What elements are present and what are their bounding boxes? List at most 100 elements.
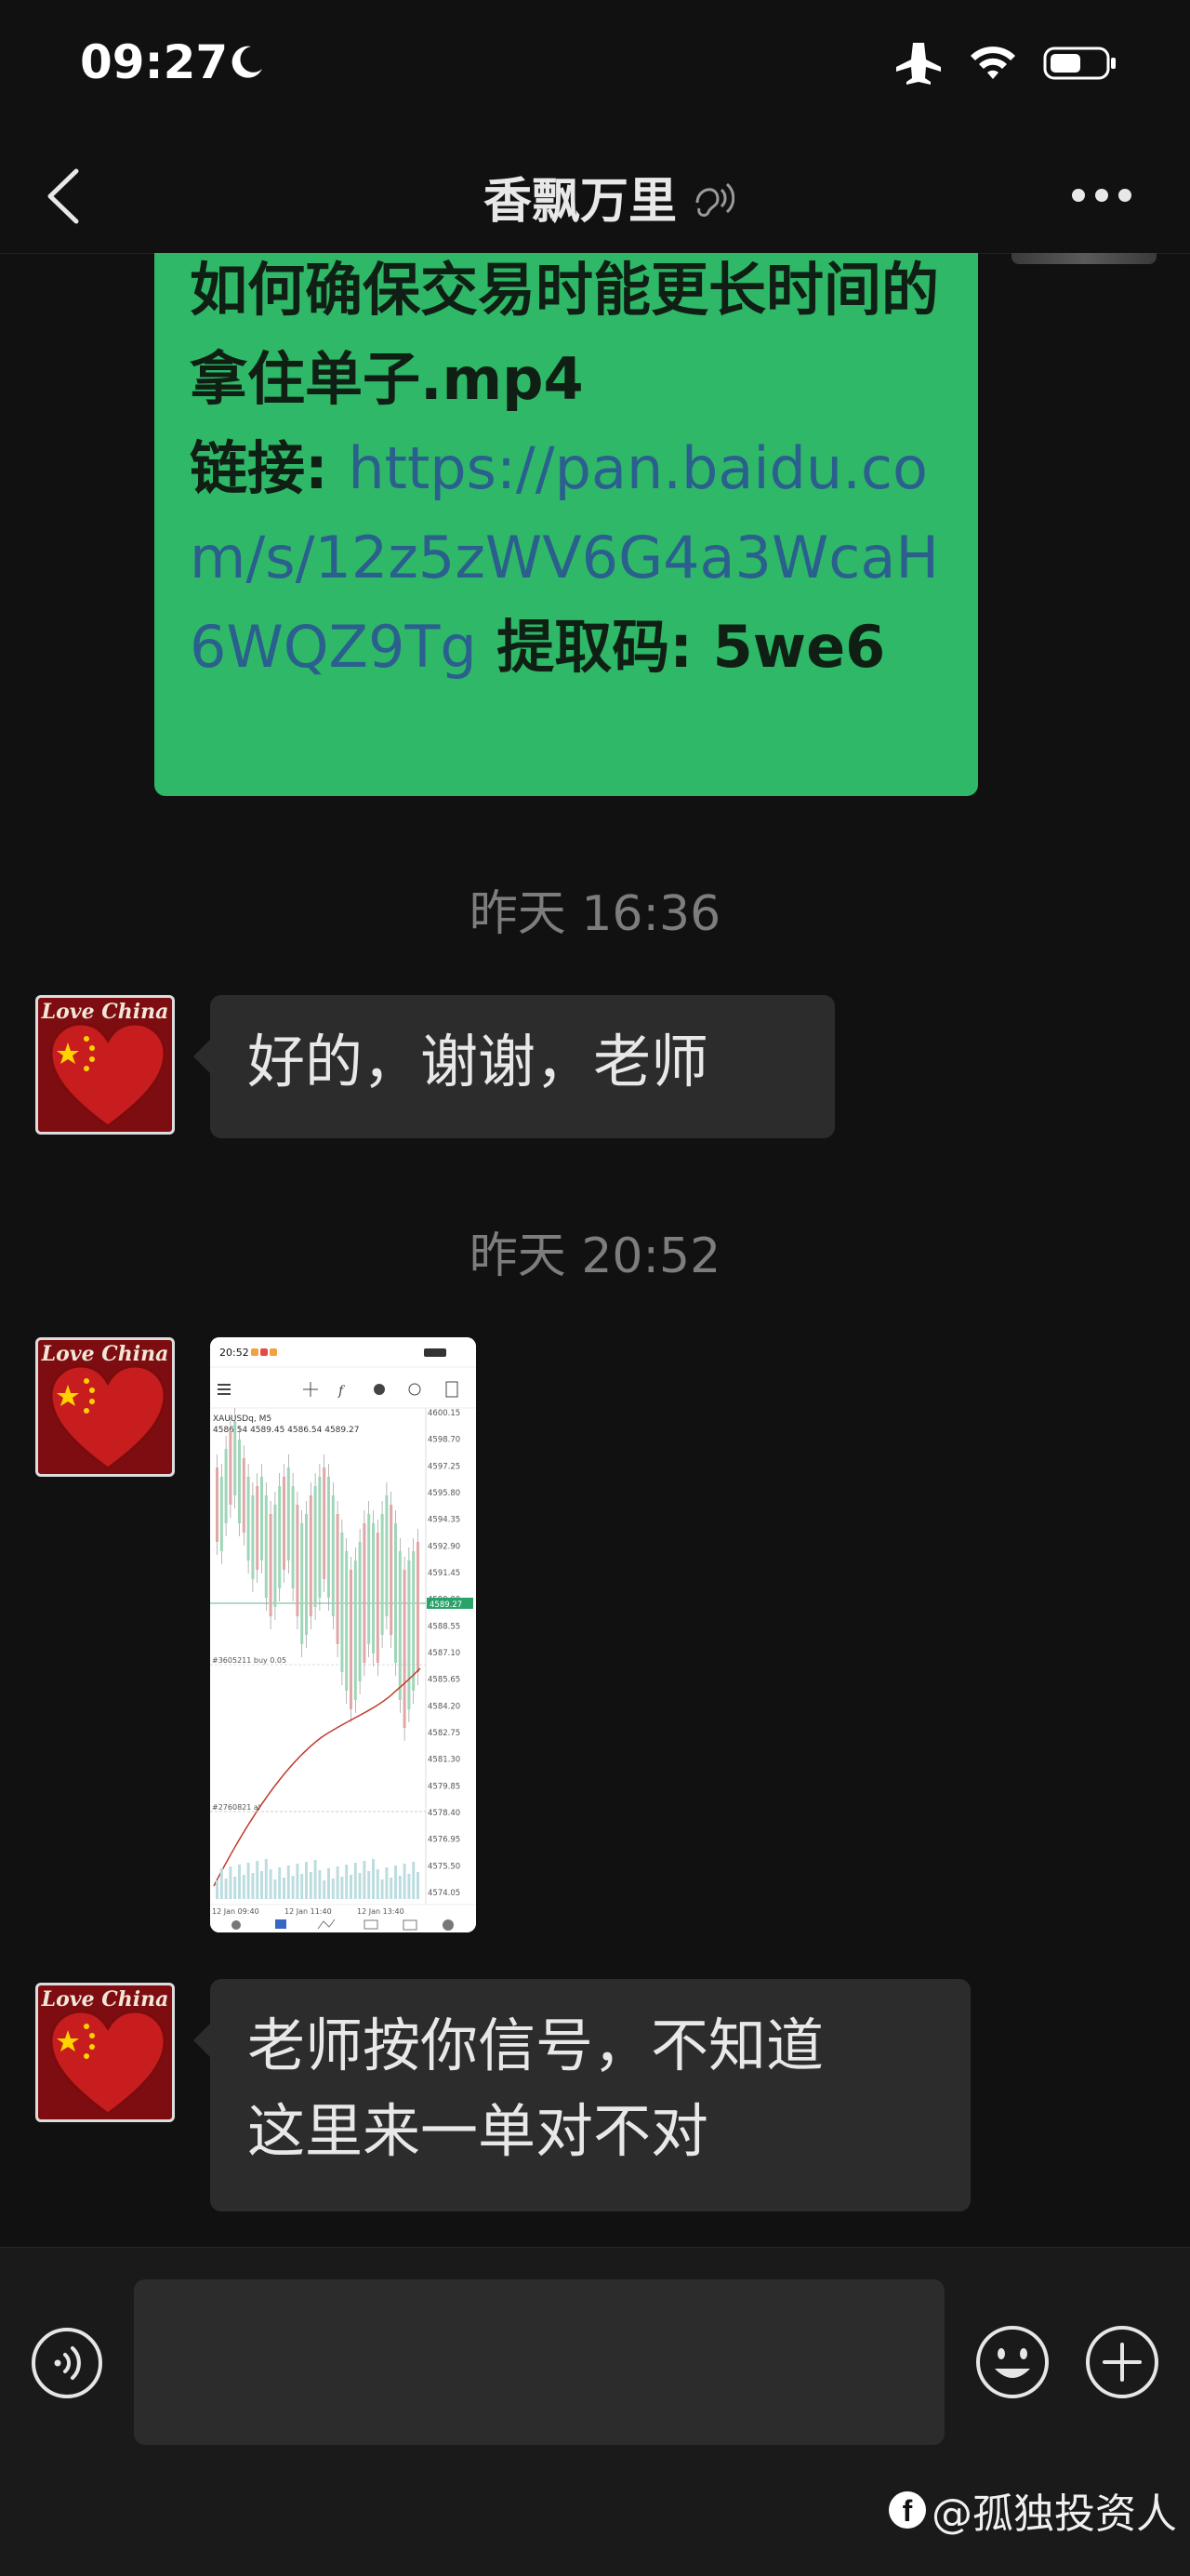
price-tick-label: 4578.40 (428, 1809, 460, 1818)
image-message-thumbnail[interactable]: 20:52 f XAUUSDq, M5 4586.54 4589.45 4586… (210, 1337, 476, 1932)
outgoing-link-label: 链接: (190, 434, 349, 502)
volume-bar (367, 1871, 371, 1899)
candle-body (350, 1570, 352, 1709)
volume-bar (251, 1873, 255, 1899)
price-tick-label: 4575.50 (428, 1862, 460, 1871)
volume-bar (278, 1867, 282, 1899)
volume-bar (246, 1863, 250, 1899)
candle-body (251, 1495, 255, 1579)
price-tick-label: 4592.90 (428, 1542, 460, 1551)
volume-bar (390, 1878, 393, 1899)
timestamp: 昨天 16:36 (469, 886, 721, 942)
candle-body (407, 1560, 411, 1709)
candle-body (242, 1458, 245, 1533)
candle-body (416, 1542, 419, 1672)
chat-title-group[interactable]: 香飘万里 (483, 162, 735, 232)
volume-bar (323, 1880, 326, 1899)
volume-bar (340, 1877, 344, 1899)
candle-body (367, 1514, 371, 1644)
volume-bar (385, 1867, 389, 1899)
incoming-message-text: 老师按你信号，不知道 (247, 2012, 825, 2079)
extraction-code: 提取码: 5we6 (476, 613, 886, 681)
volume-bar (242, 1875, 245, 1899)
volume-bar (305, 1862, 308, 1899)
candle-body (403, 1570, 406, 1728)
message-input-field[interactable] (134, 2279, 945, 2445)
avatar-caption: Love China (41, 1342, 169, 1366)
candle-body (219, 1477, 223, 1551)
outgoing-message-text: 如何确保交易时能更长时间的拿住单子.mp4 (190, 256, 940, 413)
candle-body (358, 1542, 362, 1681)
candle-body (300, 1523, 304, 1644)
wifi-icon (971, 46, 1015, 79)
volume-bar (291, 1876, 295, 1899)
volume-bar (327, 1868, 330, 1899)
volume-bar (296, 1864, 299, 1899)
avatar[interactable]: Love China (35, 995, 175, 1135)
candle-body (264, 1495, 268, 1598)
svg-text:12 Jan 13:40: 12 Jan 13:40 (357, 1907, 404, 1916)
candle-body (353, 1560, 357, 1700)
price-tick-label: 4587.10 (428, 1649, 460, 1658)
price-tick-label: 4595.80 (428, 1489, 460, 1498)
moon-icon (231, 46, 262, 78)
my-avatar[interactable] (1012, 253, 1157, 264)
price-tick-label: 4576.95 (428, 1836, 460, 1845)
volume-bar (219, 1868, 223, 1899)
volume-bar (313, 1860, 317, 1899)
candle-body (278, 1486, 282, 1588)
voice-input-icon[interactable] (30, 2326, 104, 2400)
svg-text:XAUUSDq, M5: XAUUSDq, M5 (213, 1414, 271, 1424)
volume-bar (300, 1874, 304, 1899)
incoming-message-bubble[interactable]: 老师按你信号，不知道 这里来一单对不对 (193, 1979, 971, 2211)
candle-body (296, 1505, 299, 1616)
avatar[interactable]: Love China (35, 1337, 175, 1477)
candle-body (376, 1533, 379, 1663)
price-tick-label: 4598.70 (428, 1436, 460, 1445)
chat-message-list[interactable]: 如何确保交易时能更长时间的拿住单子.mp4 链接: https://pan.ba… (0, 253, 1190, 2247)
thumb-time: 20:52 (219, 1347, 249, 1359)
candle-body (323, 1467, 326, 1579)
candle-body (313, 1486, 317, 1607)
volume-bar (269, 1869, 272, 1899)
trading-chart-screenshot: 20:52 f XAUUSDq, M5 4586.54 4589.45 4586… (210, 1337, 476, 1932)
candle-body (331, 1495, 335, 1616)
avatar[interactable]: Love China (35, 1983, 175, 2122)
volume-bar (336, 1866, 339, 1899)
price-tick-label: 4597.25 (428, 1462, 460, 1471)
volume-bar (412, 1862, 416, 1899)
outgoing-message-bubble[interactable]: 如何确保交易时能更长时间的拿住单子.mp4 链接: https://pan.ba… (154, 253, 978, 796)
volume-bar (283, 1878, 285, 1899)
price-tick-label: 4585.65 (428, 1676, 460, 1685)
volume-bar (372, 1859, 375, 1899)
price-tick-label: 4588.55 (428, 1622, 460, 1631)
emoji-icon[interactable] (974, 2324, 1051, 2400)
incoming-message-bubble[interactable]: 好的，谢谢，老师 (193, 995, 835, 1138)
svg-text:#2760821 al: #2760821 al (212, 1803, 260, 1812)
volume-bar (398, 1876, 402, 1899)
candle-body (283, 1477, 285, 1570)
volume-bar (260, 1871, 263, 1899)
candle-body (216, 1467, 218, 1542)
candle-body (260, 1477, 263, 1560)
more-options-icon[interactable] (1071, 188, 1132, 203)
candle-body (385, 1495, 389, 1616)
candle-body (291, 1486, 295, 1588)
candle-body (327, 1477, 330, 1598)
candle-body (273, 1505, 277, 1607)
incoming-message-text: 好的，谢谢，老师 (247, 1028, 709, 1095)
candle-body (286, 1467, 290, 1560)
volume-bar (233, 1877, 237, 1899)
price-tick-label: 4581.30 (428, 1756, 460, 1765)
volume-bar (407, 1874, 411, 1899)
candle-body (345, 1551, 349, 1691)
volume-bar (350, 1875, 352, 1899)
back-arrow-icon[interactable] (41, 166, 87, 227)
plus-icon[interactable] (1084, 2324, 1160, 2400)
volume-bar (403, 1864, 406, 1899)
volume-bar (264, 1859, 268, 1899)
price-tick-label: 4582.75 (428, 1729, 460, 1738)
svg-text:4589.27: 4589.27 (430, 1600, 462, 1610)
price-tick-label: 4600.15 (428, 1409, 460, 1418)
volume-bar (353, 1863, 357, 1899)
